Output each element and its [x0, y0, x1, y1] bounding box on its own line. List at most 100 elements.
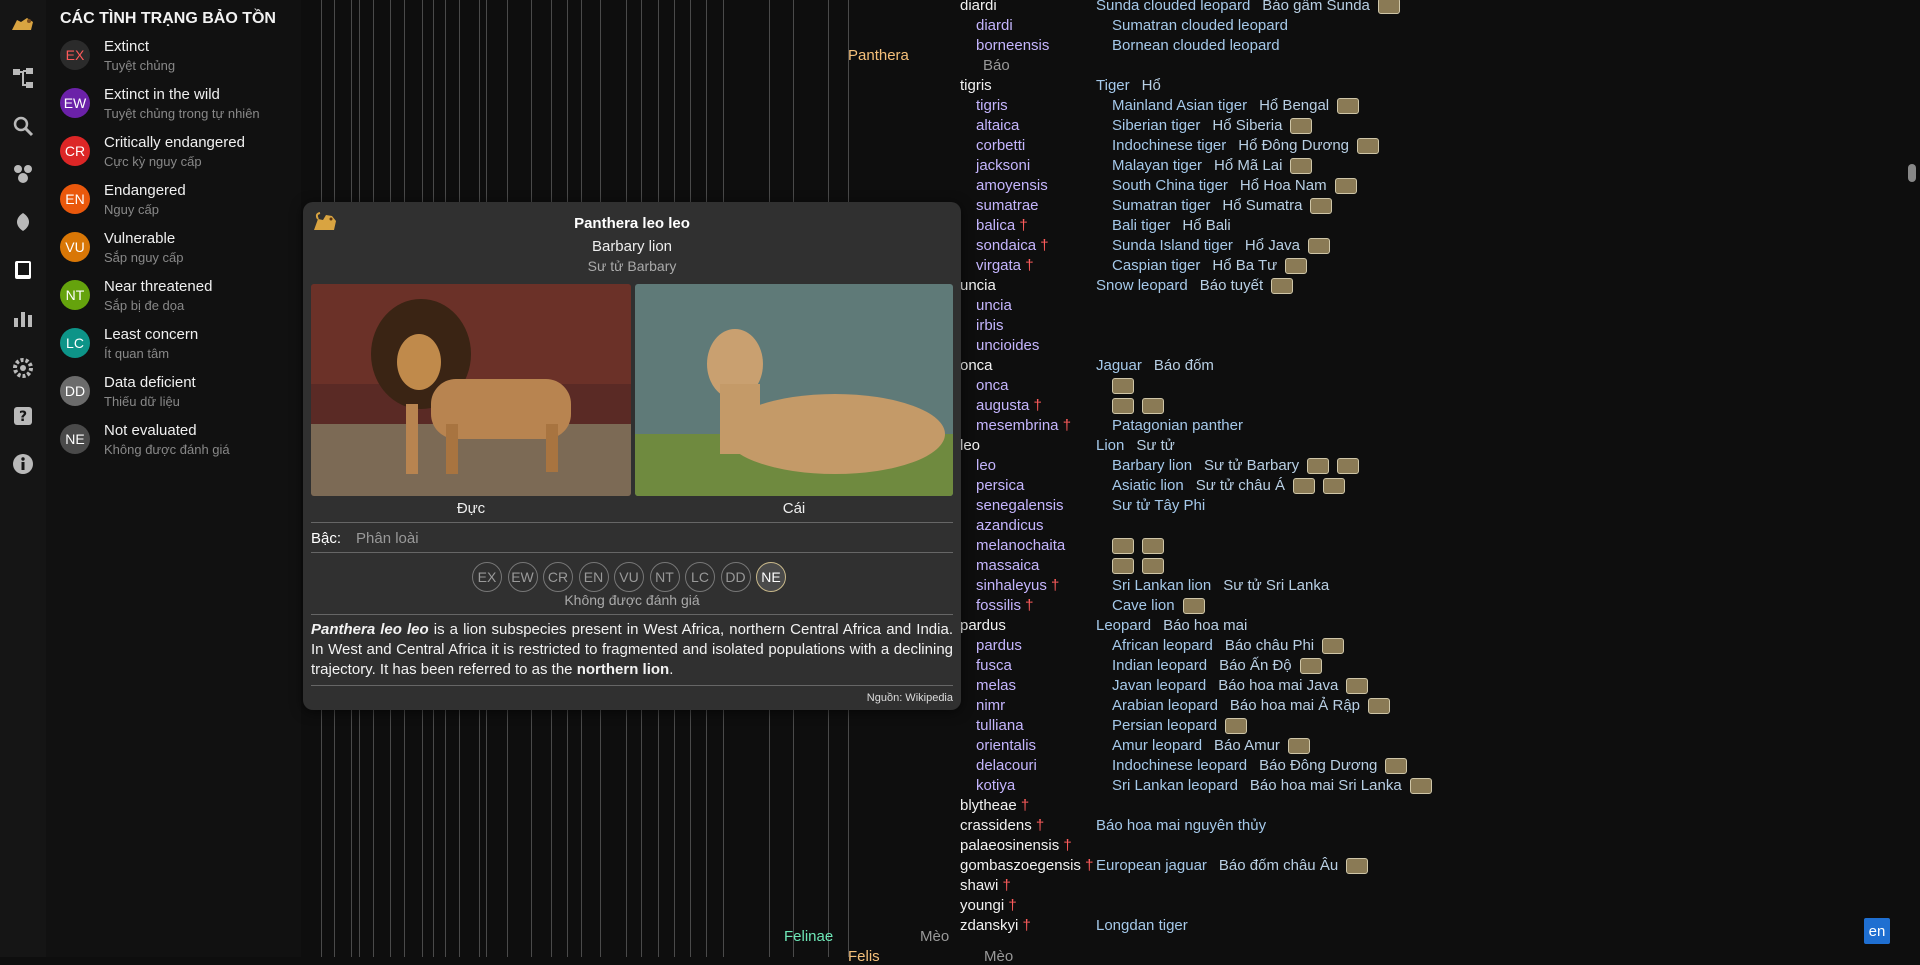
- photo-thumbnail-icon[interactable]: [1285, 258, 1308, 275]
- taxon-name[interactable]: senegalensis: [976, 497, 1064, 514]
- photo-thumbnail-icon[interactable]: [1357, 138, 1380, 155]
- taxon-row[interactable]: youngi †: [960, 897, 1017, 914]
- taxon-row[interactable]: blytheae †: [960, 797, 1029, 814]
- photo-thumbnail-icon[interactable]: [1290, 158, 1313, 175]
- taxon-name[interactable]: sondaica: [976, 237, 1036, 254]
- status-option-cr[interactable]: CR: [543, 562, 573, 592]
- book-icon[interactable]: [9, 256, 37, 284]
- taxon-name[interactable]: leo: [960, 437, 980, 454]
- taxon-name[interactable]: blytheae: [960, 797, 1017, 814]
- taxon-row[interactable]: sumatrae: [976, 197, 1039, 214]
- taxon-name[interactable]: balica: [976, 217, 1015, 234]
- taxon-name[interactable]: uncia: [976, 297, 1012, 314]
- scrollbar-thumb[interactable]: [1908, 164, 1916, 182]
- taxon-name[interactable]: fusca: [976, 657, 1012, 674]
- photo-thumbnail-icon[interactable]: [1112, 538, 1134, 555]
- taxon-name[interactable]: irbis: [976, 317, 1004, 334]
- legend-item-lc[interactable]: LC Least concern Ít quan tâm: [60, 326, 300, 372]
- source-link[interactable]: Nguồn: Wikipedia: [867, 692, 953, 704]
- photo-thumbnail-icon[interactable]: [1337, 458, 1360, 475]
- taxon-row[interactable]: orientalis: [976, 737, 1036, 754]
- taxon-name[interactable]: kotiya: [976, 777, 1015, 794]
- taxon-row[interactable]: augusta †: [976, 397, 1042, 414]
- taxon-row[interactable]: zdanskyi †: [960, 917, 1031, 934]
- logo-icon[interactable]: [9, 10, 37, 38]
- taxon-name[interactable]: jacksoni: [976, 157, 1030, 174]
- taxon-row[interactable]: borneensis: [976, 37, 1049, 54]
- taxon-name[interactable]: massaica: [976, 557, 1039, 574]
- status-option-ew[interactable]: EW: [507, 562, 538, 592]
- male-lion-photo[interactable]: [311, 284, 631, 496]
- status-option-nt[interactable]: NT: [649, 562, 680, 592]
- taxon-name[interactable]: tigris: [976, 97, 1008, 114]
- legend-item-dd[interactable]: DD Data deficient Thiếu dữ liệu: [60, 374, 300, 420]
- photo-thumbnail-icon[interactable]: [1299, 658, 1322, 675]
- photo-thumbnail-icon[interactable]: [1323, 478, 1345, 495]
- photo-thumbnail-icon[interactable]: [1142, 398, 1164, 415]
- photo-thumbnail-icon[interactable]: [1368, 698, 1390, 715]
- photo-thumbnail-icon[interactable]: [1377, 0, 1400, 15]
- photo-thumbnail-icon[interactable]: [1182, 598, 1205, 615]
- gear-icon[interactable]: [9, 354, 37, 382]
- photo-thumbnail-icon[interactable]: [1334, 178, 1357, 195]
- taxon-row[interactable]: uncia: [960, 277, 996, 294]
- female-lion-photo[interactable]: [635, 284, 953, 496]
- taxon-row[interactable]: onca: [976, 377, 1009, 394]
- info-icon[interactable]: [9, 450, 37, 478]
- taxon-row[interactable]: virgata †: [976, 257, 1034, 274]
- taxon-row[interactable]: azandicus: [976, 517, 1044, 534]
- taxon-name[interactable]: virgata: [976, 257, 1021, 274]
- legend-item-vu[interactable]: VU Vulnerable Sắp nguy cấp: [60, 230, 300, 276]
- node-panthera[interactable]: Panthera: [848, 47, 909, 64]
- taxon-name[interactable]: augusta: [976, 397, 1029, 414]
- taxon-name[interactable]: azandicus: [976, 517, 1044, 534]
- taxon-name[interactable]: melas: [976, 677, 1016, 694]
- taxon-name[interactable]: mesembrina: [976, 417, 1059, 434]
- taxon-row[interactable]: altaica: [976, 117, 1019, 134]
- taxon-row[interactable]: melanochaita: [976, 537, 1065, 554]
- taxon-row[interactable]: pardus: [960, 617, 1006, 634]
- language-button[interactable]: en: [1864, 918, 1890, 944]
- photo-thumbnail-icon[interactable]: [1142, 538, 1164, 555]
- photo-thumbnail-icon[interactable]: [1112, 398, 1134, 415]
- photo-thumbnail-icon[interactable]: [1293, 478, 1315, 495]
- taxon-row[interactable]: amoyensis: [976, 177, 1048, 194]
- taxon-row[interactable]: leo: [976, 457, 996, 474]
- taxon-row[interactable]: senegalensis: [976, 497, 1064, 514]
- taxon-name[interactable]: crassidens: [960, 817, 1032, 834]
- photo-thumbnail-icon[interactable]: [1142, 558, 1164, 575]
- taxon-name[interactable]: orientalis: [976, 737, 1036, 754]
- photo-thumbnail-icon[interactable]: [1346, 678, 1369, 695]
- taxon-name[interactable]: tulliana: [976, 717, 1024, 734]
- taxon-row[interactable]: mesembrina †: [976, 417, 1071, 434]
- status-option-vu[interactable]: VU: [614, 562, 644, 592]
- taxon-name[interactable]: gombaszoegensis: [960, 857, 1081, 874]
- dna-icon[interactable]: [9, 160, 37, 188]
- taxon-row[interactable]: pardus: [976, 637, 1022, 654]
- taxon-row[interactable]: palaeosinensis †: [960, 837, 1072, 854]
- photo-thumbnail-icon[interactable]: [1225, 718, 1248, 735]
- taxon-name[interactable]: melanochaita: [976, 537, 1065, 554]
- taxon-name[interactable]: youngi: [960, 897, 1004, 914]
- taxon-row[interactable]: delacouri: [976, 757, 1037, 774]
- taxon-name[interactable]: zdanskyi: [960, 917, 1018, 934]
- taxon-row[interactable]: kotiya: [976, 777, 1015, 794]
- taxon-name[interactable]: leo: [976, 457, 996, 474]
- legend-item-nt[interactable]: NT Near threatened Sắp bị đe dọa: [60, 278, 300, 324]
- taxon-row[interactable]: uncia: [976, 297, 1012, 314]
- photo-thumbnail-icon[interactable]: [1385, 758, 1408, 775]
- taxon-name[interactable]: tigris: [960, 77, 992, 94]
- taxon-name[interactable]: uncioides: [976, 337, 1039, 354]
- taxon-row[interactable]: tigris: [976, 97, 1008, 114]
- taxon-row[interactable]: balica †: [976, 217, 1028, 234]
- taxon-name[interactable]: persica: [976, 477, 1024, 494]
- photo-thumbnail-icon[interactable]: [1287, 738, 1310, 755]
- photo-thumbnail-icon[interactable]: [1322, 638, 1345, 655]
- photo-thumbnail-icon[interactable]: [1112, 378, 1134, 395]
- taxon-row[interactable]: corbetti: [976, 137, 1025, 154]
- photo-thumbnail-icon[interactable]: [1310, 198, 1333, 215]
- taxon-row[interactable]: diardi: [960, 0, 997, 14]
- legend-item-ne[interactable]: NE Not evaluated Không được đánh giá: [60, 422, 300, 468]
- status-option-lc[interactable]: LC: [685, 562, 715, 592]
- taxon-row[interactable]: shawi †: [960, 877, 1011, 894]
